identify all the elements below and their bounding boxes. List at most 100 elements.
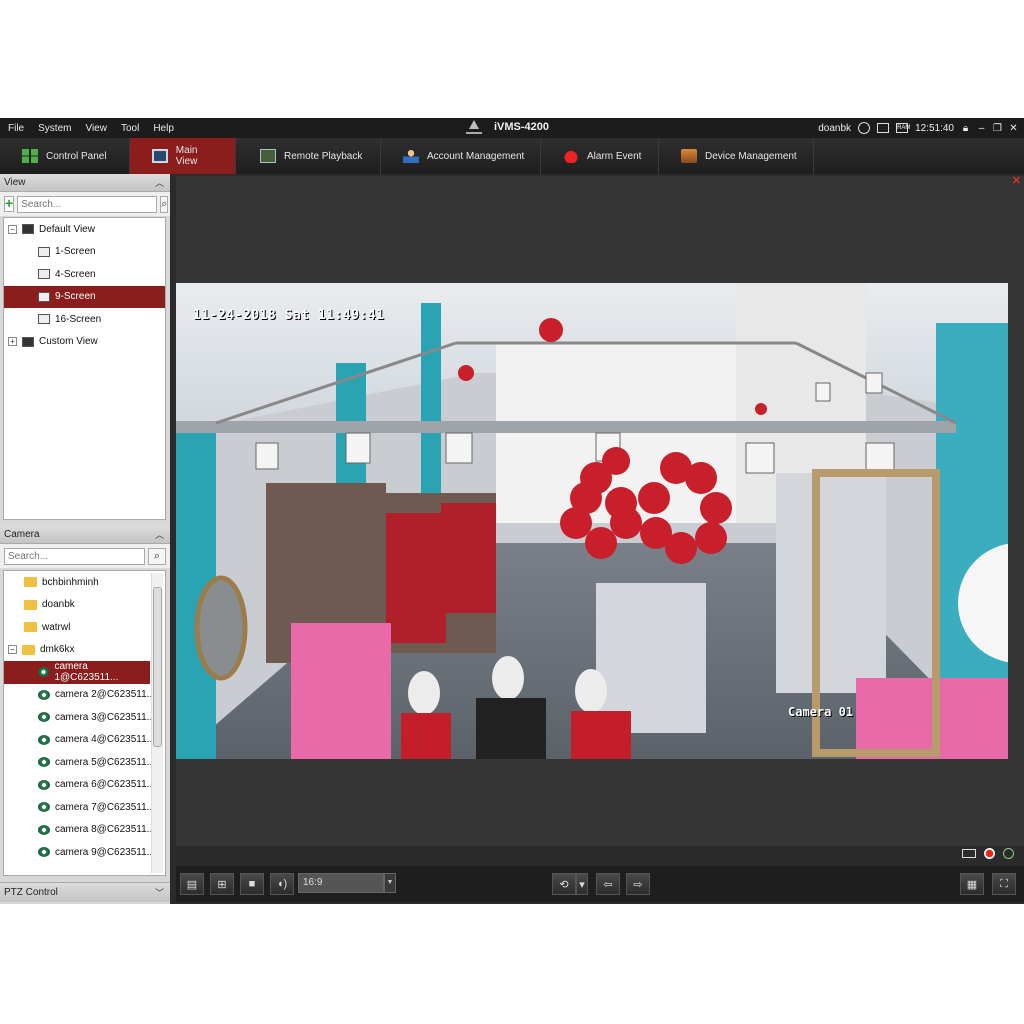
- menu-file[interactable]: File: [0, 123, 31, 134]
- camera-item-5[interactable]: camera 5@C623511...: [4, 751, 165, 774]
- auto-switch-dropdown-icon[interactable]: ▾: [576, 873, 588, 895]
- tree-item-4-screen[interactable]: 4-Screen: [4, 263, 165, 286]
- camera-icon: [38, 779, 50, 790]
- camera-icon: [38, 734, 50, 745]
- camera-label: camera 8@C623511...: [55, 824, 156, 836]
- collapse-node-icon[interactable]: −: [8, 645, 17, 655]
- cpu-icon[interactable]: [877, 123, 890, 133]
- expand-icon[interactable]: ﹀: [155, 886, 164, 899]
- tree-item-16-screen[interactable]: 16-Screen: [4, 308, 165, 331]
- app-title-text: iVMS-4200: [494, 121, 550, 133]
- network-icon[interactable]: [858, 122, 871, 134]
- menu-bar: File System View Tool Help iVMS-4200 doa…: [0, 118, 1024, 138]
- ivms-window: File System View Tool Help iVMS-4200 doa…: [0, 118, 1024, 904]
- camera-item-6[interactable]: camera 6@C623511...: [4, 774, 165, 797]
- record-icon[interactable]: [984, 848, 995, 859]
- tab-control-panel[interactable]: Control Panel: [0, 138, 130, 174]
- camera-item-3[interactable]: camera 3@C623511...: [4, 706, 165, 729]
- video-window[interactable]: 11-24-2018 Sat 11:49:41 Camera 01: [176, 283, 1008, 759]
- tree-item-default-view[interactable]: − Default View: [4, 218, 165, 241]
- scrollbar-thumb[interactable]: [153, 587, 162, 747]
- tree-group-doanbk[interactable]: doanbk: [4, 594, 165, 617]
- camera-item-7[interactable]: camera 7@C623511...: [4, 796, 165, 819]
- control-panel-icon: [22, 149, 38, 163]
- tab-alarm-event[interactable]: Alarm Event: [541, 138, 659, 174]
- nine-screen-icon: [38, 291, 50, 302]
- restore-icon[interactable]: ❐: [993, 123, 1002, 134]
- fullscreen-icon[interactable]: ⛶: [992, 873, 1016, 895]
- module-tab-bar: Control Panel Main View Remote Playback …: [0, 138, 1024, 174]
- camera-item-4[interactable]: camera 4@C623511...: [4, 729, 165, 752]
- camera-tree: bchbinhminh doanbk watrwl − dmk6kx camer…: [3, 570, 166, 876]
- camera-item-8[interactable]: camera 8@C623511...: [4, 819, 165, 842]
- view-search-input[interactable]: [17, 195, 158, 213]
- expand-node-icon[interactable]: +: [8, 337, 17, 347]
- camera-item-2[interactable]: camera 2@C623511...: [4, 684, 165, 707]
- group-label: doanbk: [42, 599, 75, 611]
- menu-system[interactable]: System: [31, 123, 78, 134]
- collapse-node-icon[interactable]: −: [8, 224, 17, 234]
- folder-icon: [22, 644, 35, 655]
- camera-panel-header[interactable]: Camera ︿: [0, 526, 170, 544]
- menu-tool[interactable]: Tool: [114, 123, 146, 134]
- camera-panel: Camera ︿ ⌕ bchbinhminh doanbk watrwl: [0, 526, 170, 876]
- camera-icon: [38, 824, 50, 835]
- view-panel-header[interactable]: View ︿: [0, 174, 170, 192]
- ptz-control-header[interactable]: PTZ Control ﹀: [0, 882, 170, 902]
- tree-group-bchbinhminh[interactable]: bchbinhminh: [4, 571, 165, 594]
- group-label: watrwl: [42, 621, 71, 633]
- collapse-icon[interactable]: ︿: [155, 176, 164, 189]
- menu-view[interactable]: View: [78, 123, 114, 134]
- four-screen-icon: [38, 269, 50, 280]
- tab-account-management[interactable]: Account Management: [381, 138, 541, 174]
- stream-info-icon[interactable]: [962, 849, 976, 858]
- search-icon[interactable]: ⌕: [160, 195, 169, 213]
- add-view-button[interactable]: +: [4, 196, 15, 212]
- chevron-down-icon[interactable]: ▼: [384, 873, 396, 893]
- ram-icon[interactable]: RAM: [896, 123, 910, 133]
- next-page-icon[interactable]: ⇨: [626, 873, 650, 895]
- stop-all-icon[interactable]: ■: [240, 873, 264, 895]
- tree-item-9-screen[interactable]: 9-Screen: [4, 285, 165, 308]
- minimize-icon[interactable]: –: [977, 123, 986, 134]
- tree-group-dmk6kx[interactable]: − dmk6kx: [4, 639, 165, 662]
- camera-search-input[interactable]: [4, 547, 145, 565]
- aspect-ratio-select[interactable]: 16:9 ▼: [298, 873, 396, 893]
- close-icon[interactable]: ✕: [1009, 123, 1018, 134]
- camera-item-9[interactable]: camera 9@C623511...: [4, 841, 165, 864]
- tab-main-view[interactable]: Main View: [130, 138, 236, 174]
- view-group-icon: [22, 336, 34, 347]
- remote-playback-icon: [260, 149, 276, 163]
- search-icon[interactable]: ⌕: [148, 547, 166, 565]
- main-view-icon: [152, 149, 168, 163]
- tree-group-watrwl[interactable]: watrwl: [4, 616, 165, 639]
- camera-tree-scrollbar[interactable]: [151, 573, 163, 873]
- volume-icon[interactable]: ◖): [270, 873, 294, 895]
- lock-icon[interactable]: 🔒︎: [961, 123, 970, 134]
- tab-remote-playback[interactable]: Remote Playback: [236, 138, 381, 174]
- camera-item-1[interactable]: camera 1@C623511...: [4, 661, 150, 684]
- camera-label: camera 6@C623511...: [55, 779, 156, 791]
- app-title: iVMS-4200: [466, 120, 549, 134]
- split-screen-icon[interactable]: ⊞: [210, 873, 234, 895]
- camera-icon: [38, 757, 50, 768]
- save-view-icon[interactable]: ▤: [180, 873, 204, 895]
- status-area: doanbk RAM 12:51:40 🔒︎ – ❐ ✕: [818, 118, 1018, 138]
- collapse-icon[interactable]: ︿: [155, 528, 164, 541]
- close-view-icon[interactable]: ✕: [1012, 174, 1021, 187]
- aspect-ratio-value[interactable]: 16:9: [298, 873, 384, 893]
- refresh-status-icon[interactable]: [1003, 848, 1014, 859]
- username: doanbk: [818, 122, 852, 134]
- single-screen-icon: [38, 246, 50, 257]
- window-layout-icon[interactable]: ▦: [960, 873, 984, 895]
- tree-item-1-screen[interactable]: 1-Screen: [4, 241, 165, 264]
- tab-device-management[interactable]: Device Management: [659, 138, 814, 174]
- tree-item-custom-view[interactable]: + Custom View: [4, 331, 165, 354]
- clock: 12:51:40: [915, 122, 954, 134]
- auto-switch-icon[interactable]: ⟲: [552, 873, 576, 895]
- previous-page-icon[interactable]: ⇦: [596, 873, 620, 895]
- account-management-icon: [403, 149, 419, 163]
- camera-label: camera 5@C623511...: [55, 756, 156, 768]
- menu-help[interactable]: Help: [146, 123, 181, 134]
- tab-label: Main View: [175, 145, 198, 167]
